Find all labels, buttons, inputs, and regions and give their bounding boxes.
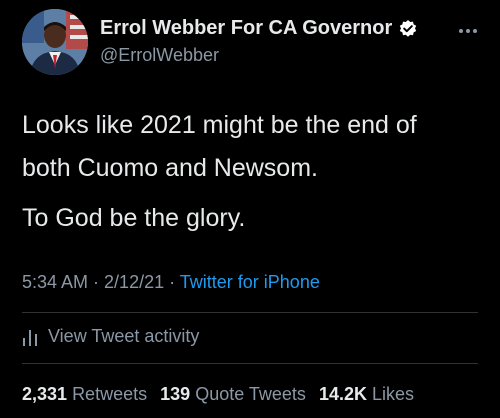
retweets-count: 2,331	[22, 384, 68, 404]
tweet-text-line: both Cuomo and Newsom.	[22, 154, 318, 182]
likes-count: 14.2K	[318, 384, 367, 404]
quote-tweets-label: Quote Tweets	[195, 384, 306, 404]
likes-stat[interactable]: 14.2K Likes	[319, 384, 414, 404]
tweet-meta: 5:34 AM · 2/12/21 · Twitter for iPhone	[22, 272, 320, 293]
likes-label: Likes	[372, 384, 415, 404]
tweet-card: Errol Webber For CA Governor @ErrolWebbe…	[0, 0, 500, 418]
divider	[22, 363, 478, 364]
tweet-source-link[interactable]: Twitter for iPhone	[180, 272, 320, 292]
quote-tweets-count: 139	[160, 384, 191, 404]
avatar-image	[22, 9, 88, 75]
quote-tweets-stat[interactable]: 139 Quote Tweets	[160, 384, 306, 404]
view-activity-label: View Tweet activity	[48, 326, 200, 346]
meta-separator: ·	[88, 272, 105, 292]
tweet-text-line: To God be the glory.	[22, 204, 246, 232]
author-handle[interactable]: @ErrolWebber	[100, 45, 219, 66]
engagement-stats: 2,331 Retweets 139 Quote Tweets 14.2K Li…	[22, 384, 414, 405]
verified-badge-icon	[398, 19, 418, 39]
author-display-name[interactable]: Errol Webber For CA Governor	[100, 17, 392, 40]
tweet-date[interactable]: 2/12/21	[104, 272, 164, 292]
tweet-time[interactable]: 5:34 AM	[22, 272, 88, 292]
view-activity-link[interactable]: View Tweet activity	[22, 326, 199, 347]
author-name-row[interactable]: Errol Webber For CA Governor	[100, 17, 418, 40]
retweets-label: Retweets	[72, 384, 148, 404]
more-options-icon[interactable]	[458, 22, 478, 33]
avatar[interactable]	[22, 9, 88, 75]
tweet-text-line: Looks like 2021 might be the end of	[22, 111, 417, 139]
retweets-stat[interactable]: 2,331 Retweets	[22, 384, 147, 404]
bar-chart-icon	[22, 328, 38, 346]
divider	[22, 312, 478, 313]
meta-separator: ·	[164, 272, 180, 292]
